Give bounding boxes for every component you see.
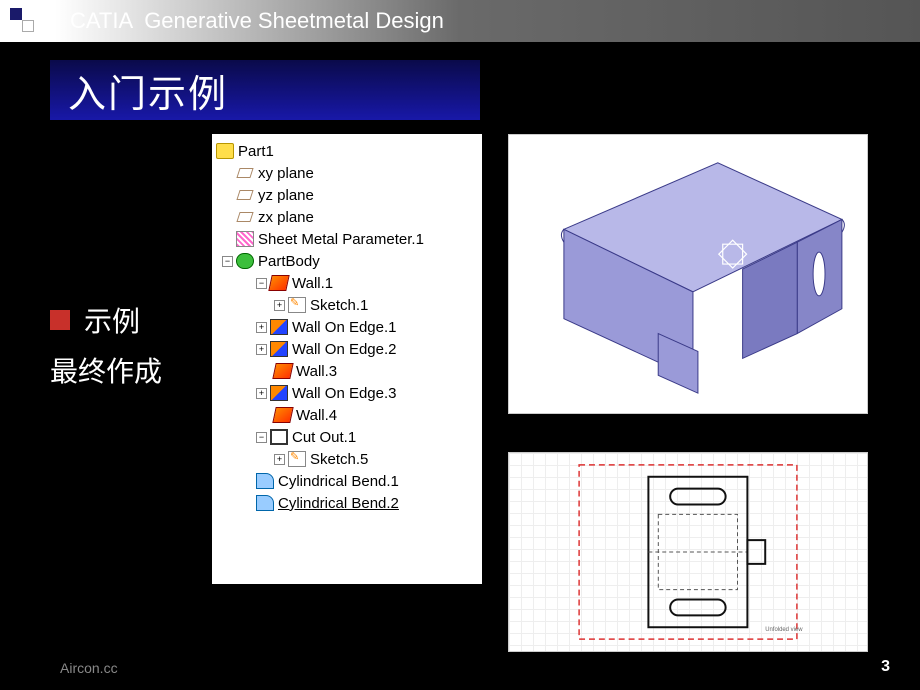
body-icon [236,253,254,269]
expand-icon[interactable]: + [256,344,267,355]
tree-label: Wall On Edge.2 [292,341,397,358]
tree-label: Wall.1 [292,275,333,292]
wall-edge-icon [270,341,288,357]
plane-icon [236,165,254,181]
header-bar: CATIA Generative Sheetmetal Design [0,0,920,42]
tree-item-yz-plane[interactable]: yz plane [216,184,478,206]
collapse-icon[interactable]: − [256,432,267,443]
content-line2: 最终作成 [50,350,162,390]
tree-item-sketch1[interactable]: + Sketch.1 [216,294,478,316]
tree-label: Wall.4 [296,407,337,424]
tree-root-label: Part1 [238,143,274,160]
wall-edge-icon [270,385,288,401]
tree-item-walledge3[interactable]: + Wall On Edge.3 [216,382,478,404]
plane-icon [236,187,254,203]
model-3d-view [508,134,868,414]
tree-item-sheetmetal-param[interactable]: Sheet Metal Parameter.1 [216,228,478,250]
tree-item-cutout1[interactable]: − Cut Out.1 [216,426,478,448]
tree-item-zx-plane[interactable]: zx plane [216,206,478,228]
sketch-2d-view: Unfolded view [508,452,868,652]
sketch-icon [288,297,306,313]
tree-item-sketch5[interactable]: + Sketch.5 [216,448,478,470]
tree-label: zx plane [258,209,314,226]
tree-item-wall3[interactable]: Wall.3 [216,360,478,382]
slide-title: 入门示例 [68,63,228,118]
bullet-row: 示例 [50,300,162,340]
bullet-square-icon [50,310,70,330]
tree-label: Wall On Edge.1 [292,319,397,336]
header-deco-icon-2 [22,20,34,32]
tree-item-bend2[interactable]: Cylindrical Bend.2 [216,492,478,514]
tree-label: Cylindrical Bend.2 [278,495,399,512]
tree-item-bend1[interactable]: Cylindrical Bend.1 [216,470,478,492]
bend-icon [256,473,274,489]
bullet-text: 示例 [84,300,140,340]
tree-label: Sheet Metal Parameter.1 [258,231,424,248]
slide-title-bar: 入门示例 [50,60,480,120]
tree-item-wall4[interactable]: Wall.4 [216,404,478,426]
tree-label: PartBody [258,253,320,270]
wall-icon [272,363,293,379]
plane-icon [236,209,254,225]
tree-label: Sketch.1 [310,297,368,314]
feature-tree-panel: Part1 xy plane yz plane zx plane Sheet M… [212,134,482,584]
tree-item-walledge1[interactable]: + Wall On Edge.1 [216,316,478,338]
expand-icon[interactable]: + [256,388,267,399]
tree-label: Sketch.5 [310,451,368,468]
wall-icon [268,275,289,291]
collapse-icon[interactable]: − [222,256,233,267]
tree-item-wall1[interactable]: − Wall.1 [216,272,478,294]
tree-label: yz plane [258,187,314,204]
footer-credit: Aircon.cc [60,660,118,676]
tree-root[interactable]: Part1 [216,140,478,162]
tree-item-xy-plane[interactable]: xy plane [216,162,478,184]
sheetmetal-3d-icon [509,135,867,413]
header-deco-icon [10,8,22,20]
content-block: 示例 最终作成 [50,300,162,390]
param-icon [236,231,254,247]
app-subtitle: Generative Sheetmetal Design [144,8,444,33]
tree-label: xy plane [258,165,314,182]
tree-label: Wall.3 [296,363,337,380]
expand-icon[interactable]: + [274,300,285,311]
expand-icon[interactable]: + [274,454,285,465]
page-number: 3 [881,658,890,676]
cutout-icon [270,429,288,445]
expand-icon[interactable]: + [256,322,267,333]
tree-label: Wall On Edge.3 [292,385,397,402]
tree-label: Cut Out.1 [292,429,356,446]
bend-icon [256,495,274,511]
part-icon [216,143,234,159]
tree-partbody[interactable]: − PartBody [216,250,478,272]
svg-text:Unfolded view: Unfolded view [765,627,803,633]
wall-edge-icon [270,319,288,335]
tree-label: Cylindrical Bend.1 [278,473,399,490]
tree-item-walledge2[interactable]: + Wall On Edge.2 [216,338,478,360]
app-name: CATIA [70,8,132,33]
sketch-icon [288,451,306,467]
header-title: CATIA Generative Sheetmetal Design [70,8,444,34]
flat-pattern-icon: Unfolded view [509,453,867,651]
collapse-icon[interactable]: − [256,278,267,289]
wall-icon [272,407,293,423]
